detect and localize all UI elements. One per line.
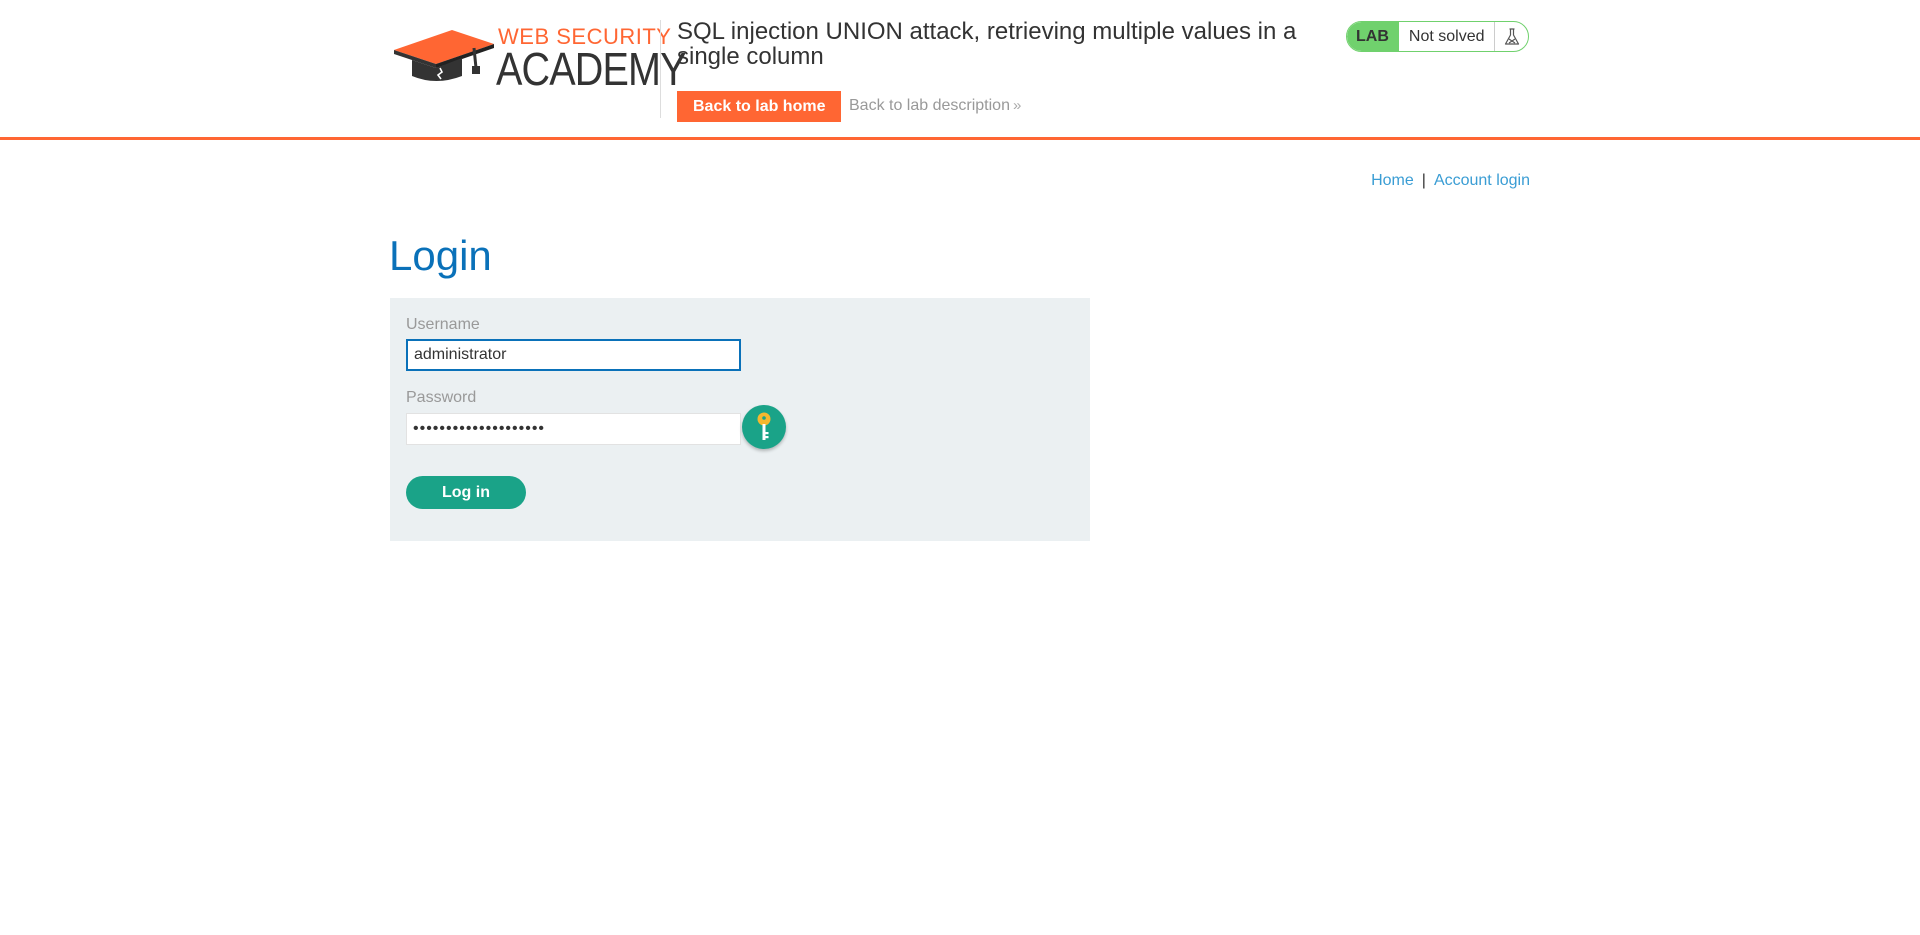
lab-badge: LAB (1347, 22, 1399, 51)
key-icon (757, 412, 771, 440)
page: WEB SECURITY ACADEMY SQL injection UNION… (0, 0, 1920, 935)
back-to-lab-home-button[interactable]: Back to lab home (677, 91, 842, 122)
nav-separator: | (1421, 172, 1426, 189)
flask-icon (1495, 22, 1528, 51)
header-divider (660, 20, 661, 118)
password-label: Password (406, 389, 477, 406)
page-title: Login (389, 232, 492, 279)
lab-title: SQL injection UNION attack, retrieving m… (677, 18, 1297, 70)
web-security-academy-logo[interactable]: WEB SECURITY ACADEMY (392, 24, 686, 96)
lab-status-widget: LAB Not solved (1346, 21, 1529, 52)
lab-status-text: Not solved (1399, 22, 1496, 51)
logo-text-academy: ACADEMY (496, 43, 686, 95)
double-chevron-right-icon: » (1012, 97, 1022, 114)
username-input[interactable] (406, 339, 741, 371)
graduation-cap-icon (394, 30, 494, 81)
back-to-lab-description-label: Back to lab description (849, 97, 1010, 114)
login-button[interactable]: Log in (406, 476, 526, 509)
nav-account-login-link[interactable]: Account login (1434, 172, 1530, 189)
lab-header: WEB SECURITY ACADEMY SQL injection UNION… (0, 0, 1920, 140)
top-navigation: Home | Account login (1371, 172, 1530, 190)
password-input[interactable] (406, 413, 741, 445)
nav-home-link[interactable]: Home (1371, 172, 1414, 189)
password-manager-key-button[interactable] (742, 405, 786, 449)
username-label: Username (406, 316, 480, 333)
login-form: Username Password Log in (390, 298, 1090, 541)
back-to-lab-description-link[interactable]: Back to lab description» (849, 97, 1021, 115)
